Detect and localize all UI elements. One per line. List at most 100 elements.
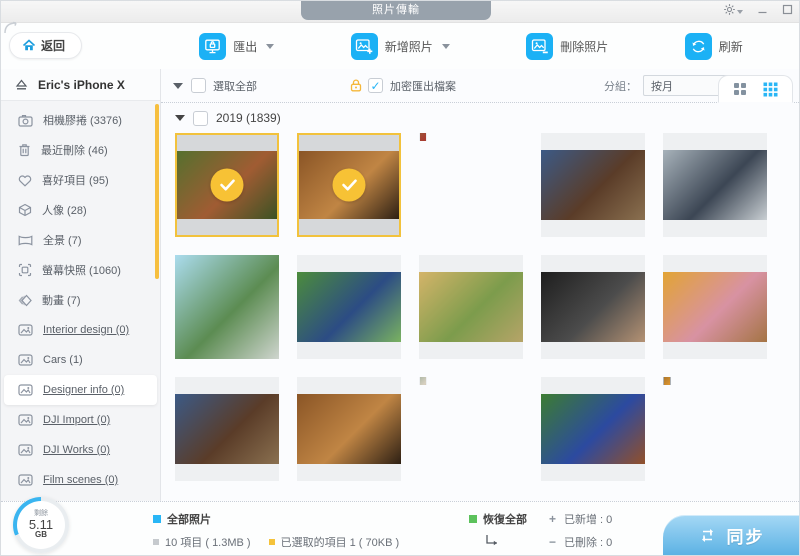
sidebar-item-label: Film scenes (0) bbox=[43, 474, 118, 486]
photo-thumbnail bbox=[420, 377, 427, 385]
photo-card-house-facade-with-green-door[interactable] bbox=[419, 377, 427, 385]
sidebar-item-喜好項目[interactable]: 喜好項目 (95) bbox=[4, 165, 157, 195]
sidebar-item-label: DJI Works (0) bbox=[43, 444, 110, 456]
sidebar-item-label: 喜好項目 (95) bbox=[42, 172, 109, 188]
sidebar-item-最近刪除[interactable]: 最近刪除 (46) bbox=[4, 135, 157, 165]
view-grid-large-button[interactable] bbox=[733, 82, 747, 96]
photo-card-cactus-plants-in-terracotta-pots[interactable] bbox=[175, 133, 279, 237]
group-by-label: 分組： bbox=[604, 78, 637, 94]
toolbar: 返回 匯出 新增照片 刪除照片 刷新 bbox=[1, 23, 799, 69]
photo-card-brown-dog-being-petted[interactable] bbox=[175, 377, 279, 481]
photo-thumbnail bbox=[297, 394, 401, 464]
device-name: Eric's iPhone X bbox=[38, 78, 125, 92]
photo-thumbnail bbox=[420, 133, 427, 141]
sidebar-item-interior-design[interactable]: Interior design (0) bbox=[4, 315, 157, 345]
sidebar-item-dji-works[interactable]: DJI Works (0) bbox=[4, 435, 157, 465]
album-icon bbox=[18, 384, 33, 396]
restore-block: 恢復全部 bbox=[469, 511, 527, 552]
photo-card-salad-plate-with-blue-rim[interactable] bbox=[541, 377, 645, 481]
photo-card-child-in-red-plaid-blowing-bubbles[interactable] bbox=[419, 133, 427, 141]
back-label: 返回 bbox=[41, 37, 65, 54]
elbow-arrow-icon bbox=[485, 534, 527, 552]
sidebar-item-螢幕快照[interactable]: 螢幕快照 (1060) bbox=[4, 255, 157, 285]
sidebar-item-film-scenes[interactable]: Film scenes (0) bbox=[4, 465, 157, 495]
group-collapse-caret-icon[interactable] bbox=[175, 115, 185, 121]
sidebar-item-dji-import[interactable]: DJI Import (0) bbox=[4, 405, 157, 435]
photo-thumbnail bbox=[541, 394, 645, 464]
photo-thumbnail bbox=[175, 394, 279, 464]
minimize-button[interactable] bbox=[757, 4, 768, 15]
sync-label: 同步 bbox=[727, 523, 765, 548]
photo-card-coastal-road-with-cyclist[interactable] bbox=[175, 255, 279, 359]
select-all-checkbox[interactable]: ✓ bbox=[191, 78, 206, 93]
photo-thumbnail bbox=[541, 150, 645, 220]
sync-button[interactable]: 同步 bbox=[663, 515, 799, 555]
dropdown-caret-icon bbox=[266, 44, 274, 49]
maximize-button[interactable] bbox=[782, 4, 793, 15]
album-icon bbox=[18, 474, 33, 486]
camera-icon bbox=[18, 114, 33, 127]
photo-card-person-crouching-tying-shoes[interactable] bbox=[663, 133, 767, 237]
photo-card-pizza-slices-on-wooden-table[interactable] bbox=[297, 133, 401, 237]
toolbar-button-delete-photo[interactable]: 刪除照片 bbox=[526, 33, 608, 60]
panorama-icon bbox=[18, 235, 33, 246]
back-button[interactable]: 返回 bbox=[9, 32, 82, 59]
album-icon bbox=[18, 414, 33, 426]
sidebar-item-cars[interactable]: Cars (1) bbox=[4, 345, 157, 375]
toolbar-button-label: 刪除照片 bbox=[560, 38, 608, 55]
device-header[interactable]: Eric's iPhone X bbox=[1, 69, 160, 101]
all-photos-bullet-icon bbox=[153, 515, 161, 523]
collapse-all-caret-icon[interactable] bbox=[173, 83, 183, 89]
sidebar: Eric's iPhone X 相機膠捲 (3376) 最近刪除 (46) 喜好項目… bbox=[1, 69, 161, 501]
dropdown-caret-icon bbox=[442, 44, 450, 49]
photo-card-brown-dog-being-petted[interactable] bbox=[541, 133, 645, 237]
lock-icon bbox=[349, 78, 363, 93]
photo-card-woman-in-sunlit-park[interactable] bbox=[419, 255, 523, 359]
sidebar-item-label: 人像 (28) bbox=[42, 202, 87, 218]
sidebar-item-相機膠捲[interactable]: 相機膠捲 (3376) bbox=[4, 105, 157, 135]
sidebar-item-動畫[interactable]: 動畫 (7) bbox=[4, 285, 157, 315]
toolbar-button-refresh[interactable]: 刷新 bbox=[685, 33, 743, 60]
restore-bullet-icon bbox=[469, 515, 477, 523]
cube-icon bbox=[18, 203, 32, 217]
filter-bar: ✓ 選取全部 ✓ 加密匯出檔案 分組： 按月 ⌄ bbox=[161, 69, 799, 103]
group-header: ✓ 2019 (1839) bbox=[161, 103, 799, 133]
photo-card-videographer-holding-camera[interactable] bbox=[541, 255, 645, 359]
sidebar-item-label: DJI Import (0) bbox=[43, 414, 110, 426]
sidebar-item-designer-info[interactable]: Designer info (0) bbox=[4, 375, 157, 405]
settings-gear-icon[interactable] bbox=[723, 3, 743, 16]
minus-icon: − bbox=[549, 535, 557, 549]
album-icon bbox=[18, 354, 33, 366]
gauge-unit: GB bbox=[35, 531, 47, 539]
photo-thumbnail bbox=[663, 272, 767, 342]
view-grid-small-button[interactable] bbox=[763, 82, 778, 97]
photo-card-apricots-on-dark-cloth[interactable] bbox=[663, 377, 671, 385]
sidebar-item-label: Designer info (0) bbox=[43, 384, 124, 396]
photo-grid bbox=[161, 133, 799, 481]
settings-caret-icon bbox=[737, 10, 743, 14]
trash-icon bbox=[18, 143, 31, 157]
sidebar-scrollbar-thumb[interactable] bbox=[155, 104, 159, 279]
sidebar-item-label: 最近刪除 (46) bbox=[41, 142, 108, 158]
photo-thumbnail bbox=[541, 272, 645, 342]
sidebar-item-全景[interactable]: 全景 (7) bbox=[4, 225, 157, 255]
selected-check-icon bbox=[211, 169, 244, 202]
toolbar-button-export[interactable]: 匯出 bbox=[199, 33, 274, 60]
photo-card-child-with-backpack-in-park[interactable] bbox=[297, 255, 401, 359]
group-by-value: 按月 bbox=[651, 78, 673, 94]
view-mode-tab bbox=[718, 75, 793, 103]
sidebar-item-label: Cars (1) bbox=[43, 354, 83, 366]
group-checkbox[interactable]: ✓ bbox=[193, 111, 208, 126]
photo-card-bowl-of-yellow-soup-on-table[interactable] bbox=[663, 255, 767, 359]
photo-thumbnail bbox=[664, 377, 671, 385]
heart-icon bbox=[18, 174, 32, 187]
restore-all-label[interactable]: 恢復全部 bbox=[483, 511, 527, 527]
toolbar-button-label: 新增照片 bbox=[385, 38, 433, 55]
items-bullet-icon bbox=[153, 539, 159, 545]
photo-card-pizza-slices-on-wooden-table[interactable] bbox=[297, 377, 401, 481]
encrypt-export-checkbox[interactable]: ✓ bbox=[368, 78, 383, 93]
sidebar-item-人像[interactable]: 人像 (28) bbox=[4, 195, 157, 225]
sync-counts: + 已新增 : 0 − 已刪除 : 0 bbox=[549, 511, 612, 556]
toolbar-button-add-photo[interactable]: 新增照片 bbox=[351, 33, 450, 60]
all-photos-label: 全部照片 bbox=[167, 511, 211, 527]
